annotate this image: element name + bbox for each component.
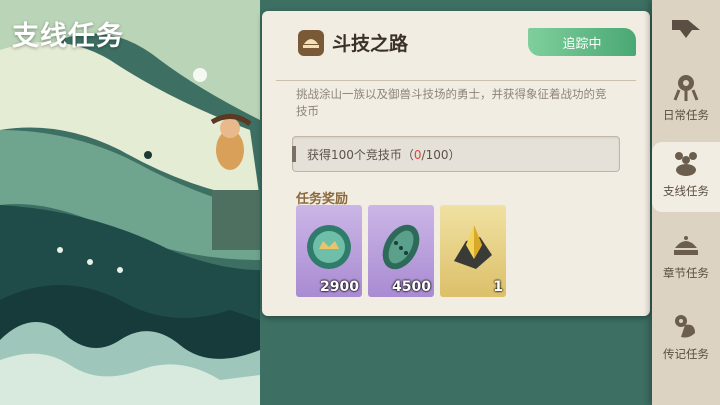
reward-count: 4500	[392, 279, 431, 295]
progress-text: 获得100个竞技币（0/100）	[307, 146, 461, 163]
chapter-task-icon	[674, 236, 698, 255]
sidebar-item-chapter[interactable]: 章节任务	[652, 224, 720, 294]
progress-indicator	[292, 146, 296, 162]
sidebar-item-daily[interactable]: 日常任务	[652, 66, 720, 136]
quest-header: 斗技之路	[298, 29, 408, 56]
quest-progress: 获得100个竞技币（0/100）	[292, 136, 620, 172]
progress-label: 获得100个竞技币（	[307, 148, 414, 162]
sidebar-item-label: 传记任务	[663, 347, 709, 361]
daily-task-icon	[673, 75, 699, 101]
leaf-token-icon	[382, 224, 420, 270]
divider	[276, 80, 636, 81]
biography-task-icon	[675, 315, 695, 338]
progress-current: 0	[413, 148, 422, 162]
progress-total: /100）	[421, 148, 461, 162]
reward-item[interactable]: 1	[440, 205, 506, 297]
arena-coin-icon	[307, 225, 351, 269]
reward-count: 2900	[320, 279, 359, 295]
tracking-button[interactable]: 追踪中	[528, 28, 636, 56]
back-arrow-icon[interactable]	[670, 16, 704, 42]
quest-detail-panel: 斗技之路 追踪中 挑战涂山一族以及御兽斗技场的勇士，并获得象征着战功的竞技币 获…	[262, 11, 650, 316]
reward-item[interactable]: 2900	[296, 205, 362, 297]
rewards-list: 2900 4500 1	[296, 205, 512, 297]
sidebar-item-biography[interactable]: 传记任务	[652, 305, 720, 375]
task-sidebar: 日常任务 支线任务 章节任务 传记任务	[652, 0, 720, 405]
quest-description: 挑战涂山一族以及御兽斗技场的勇士，并获得象征着战功的竞技币	[296, 87, 607, 118]
page-title: 支线任务	[12, 21, 124, 52]
reward-item[interactable]: 4500	[368, 205, 434, 297]
sidebar-item-label: 日常任务	[663, 108, 709, 122]
quest-title: 斗技之路	[332, 33, 409, 55]
gold-crystal-icon	[454, 225, 492, 269]
quest-type-icon	[298, 29, 324, 56]
sidebar-item-side[interactable]: 支线任务	[652, 142, 720, 212]
sidebar-item-label: 支线任务	[663, 184, 709, 198]
reward-count: 1	[493, 279, 503, 295]
side-task-icon	[675, 152, 697, 176]
sidebar-item-label: 章节任务	[663, 266, 709, 280]
